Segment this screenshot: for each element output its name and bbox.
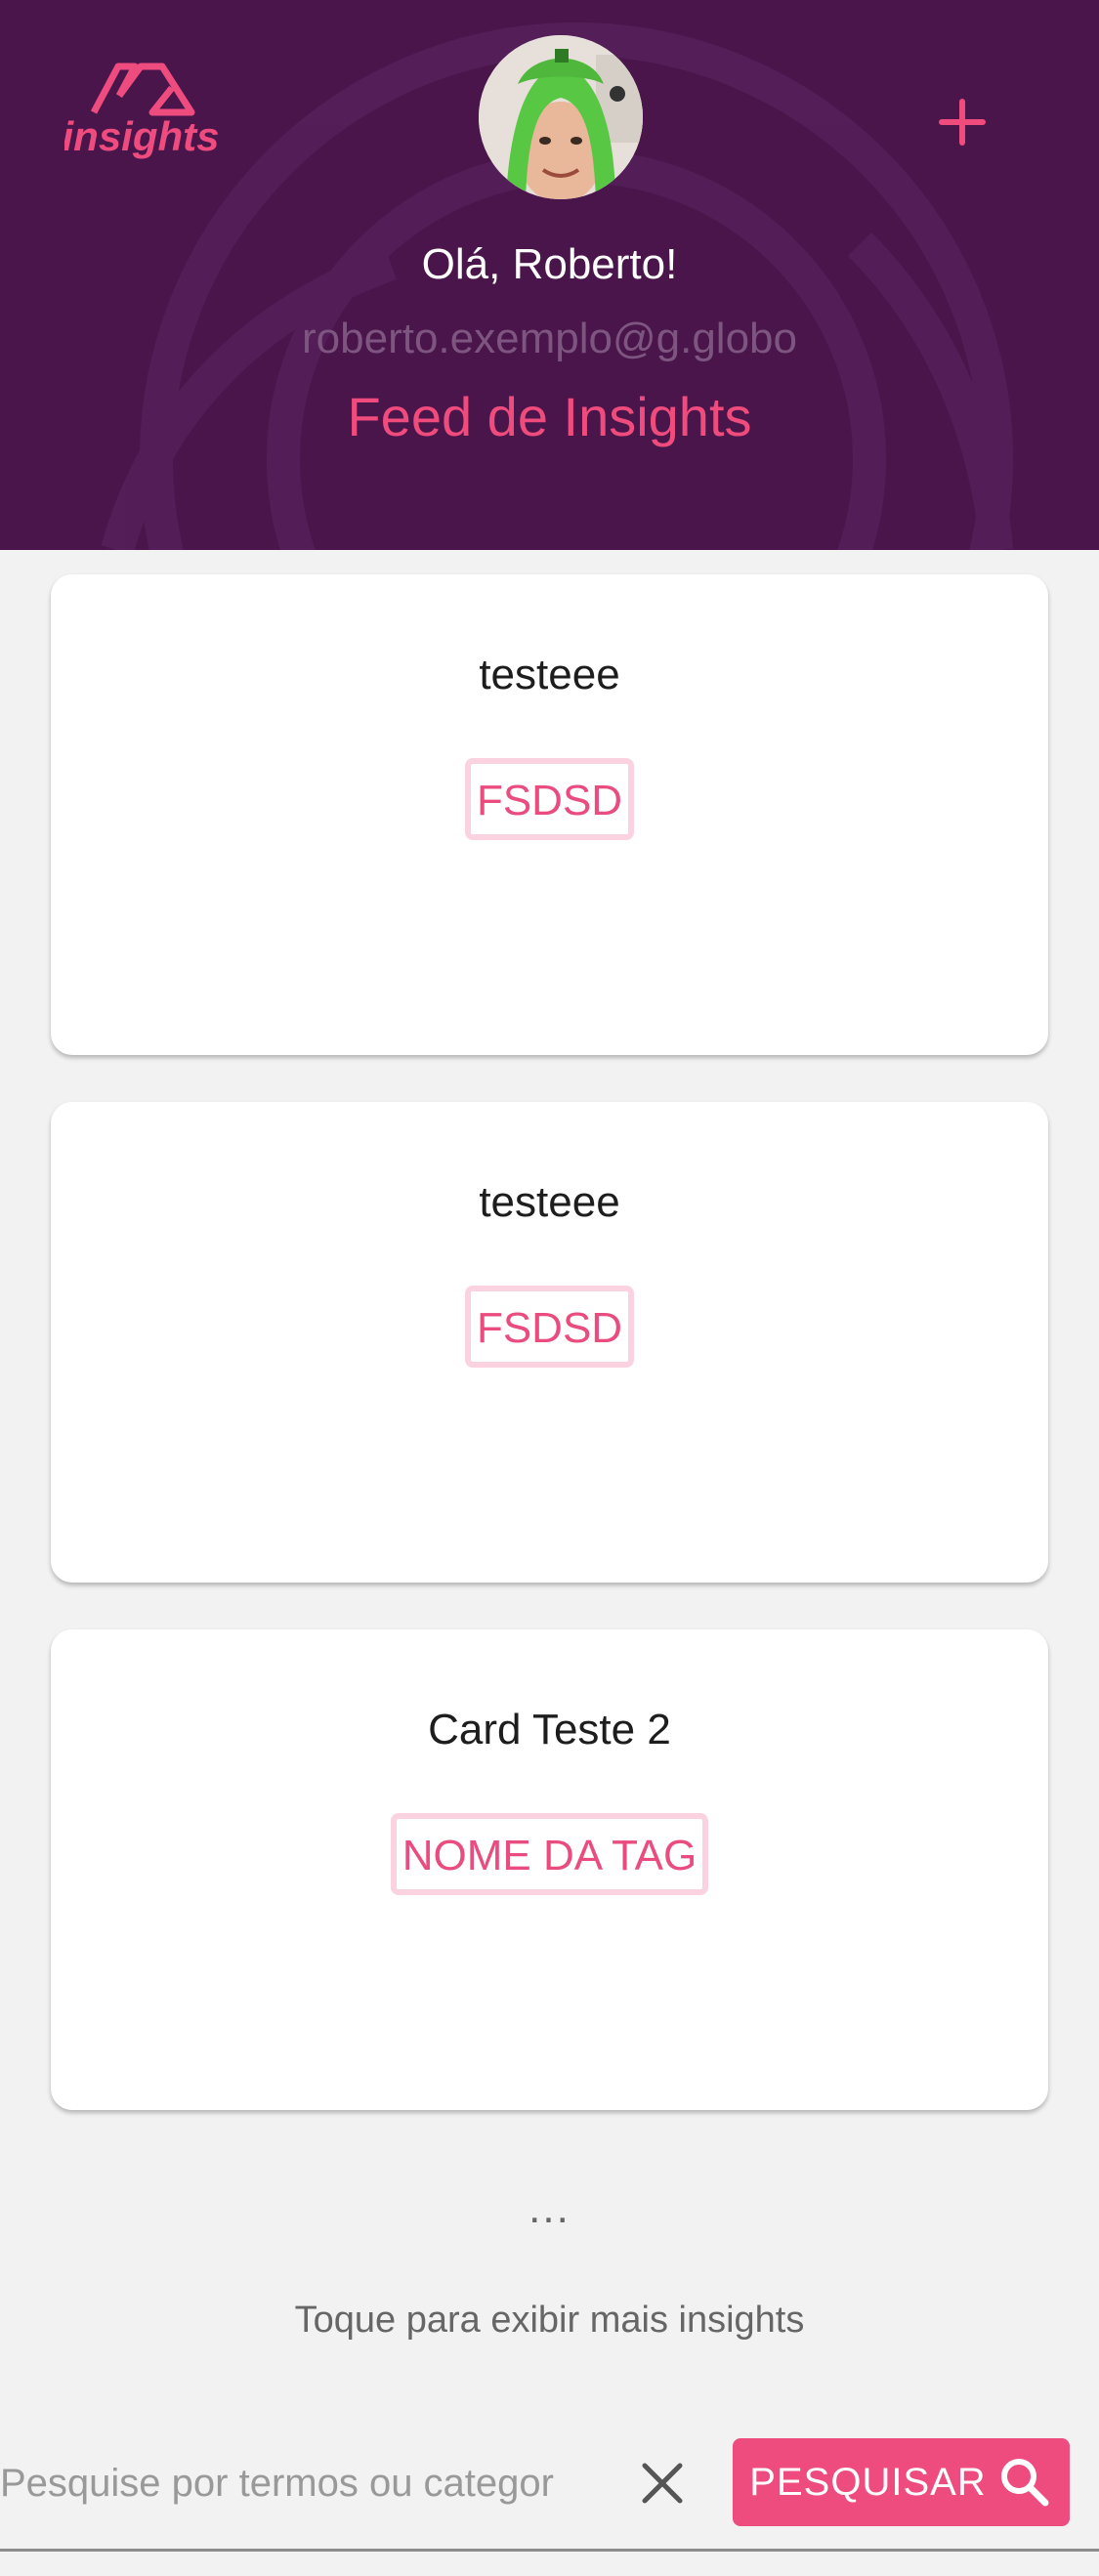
search-button[interactable]: PESQUISAR xyxy=(733,2438,1070,2526)
avatar[interactable] xyxy=(479,35,643,199)
clear-search-button[interactable] xyxy=(633,2454,692,2513)
plus-icon xyxy=(939,99,986,146)
page-title: Feed de Insights xyxy=(347,386,752,447)
logo-text: insights xyxy=(64,113,220,159)
greeting: Olá, Roberto! xyxy=(421,240,678,288)
insight-card[interactable]: Card Teste 2 NOME DA TAG xyxy=(51,1629,1048,2110)
add-insight-button[interactable] xyxy=(928,88,996,156)
header: insights Olá, Roberto! roberto.exemplo@g… xyxy=(0,0,1099,550)
card-title: testeee xyxy=(479,1178,620,1226)
loading-ellipsis: ... xyxy=(528,2184,571,2232)
load-more-link[interactable]: Toque para exibir mais insights xyxy=(0,2300,1099,2342)
card-title: Card Teste 2 xyxy=(428,1706,671,1753)
insight-card[interactable]: testeee FSDSD xyxy=(51,574,1048,1055)
card-title: testeee xyxy=(479,651,620,698)
close-icon xyxy=(642,2463,683,2504)
search-button-label: PESQUISAR xyxy=(749,2460,987,2504)
search-underline xyxy=(0,2549,1099,2552)
card-tag[interactable]: FSDSD xyxy=(464,758,635,840)
search-input[interactable] xyxy=(0,2434,606,2532)
insight-card[interactable]: testeee FSDSD xyxy=(51,1102,1048,1583)
card-tag[interactable]: NOME DA TAG xyxy=(390,1813,709,1895)
user-email: roberto.exemplo@g.globo xyxy=(302,315,797,362)
search-icon xyxy=(1000,2459,1049,2507)
insights-logo: insights xyxy=(64,59,221,166)
search-bar: PESQUISAR xyxy=(0,2425,1099,2552)
card-tag[interactable]: FSDSD xyxy=(464,1286,635,1368)
